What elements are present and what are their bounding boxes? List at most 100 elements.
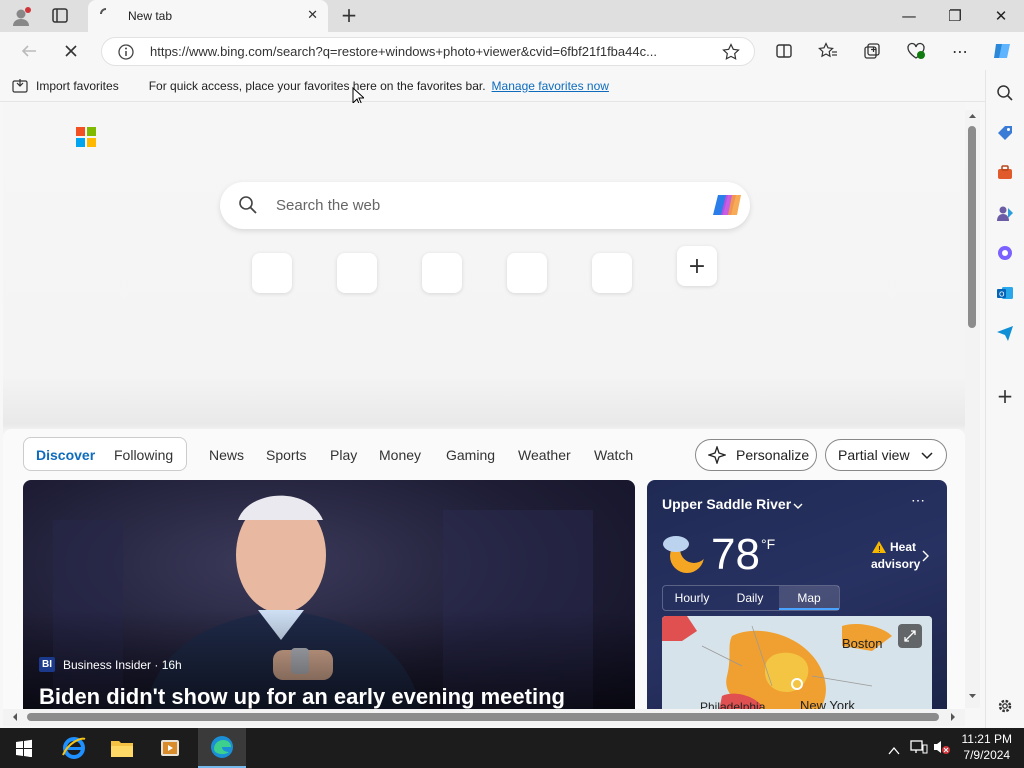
map-label-new-york: New York — [800, 698, 855, 709]
microsoft-365-icon[interactable] — [994, 242, 1016, 264]
weather-map[interactable]: Boston Philadelphia New York — [662, 616, 932, 709]
news-card[interactable]: BI Business Insider · 16h Biden didn't s… — [23, 480, 635, 709]
import-favorites-button[interactable]: Import favorites — [36, 79, 119, 93]
windows-logo-icon — [16, 739, 32, 757]
tab-money[interactable]: Money — [379, 447, 421, 463]
quick-link-tile[interactable] — [422, 253, 462, 293]
file-explorer-taskbar-button[interactable] — [98, 728, 146, 768]
back-button[interactable] — [14, 36, 44, 66]
split-screen-icon[interactable] — [769, 36, 799, 66]
horizontal-scroll-thumb[interactable] — [27, 713, 939, 721]
volume-muted-icon[interactable] — [933, 739, 951, 759]
address-bar[interactable]: https://www.bing.com/search?q=restore+wi… — [101, 37, 755, 66]
weather-tab-hourly[interactable]: Hourly — [663, 586, 721, 610]
moon-cloud-icon — [661, 532, 708, 581]
network-icon[interactable] — [910, 739, 928, 759]
title-bar: New tab ✕ + — ❐ ✕ — [0, 0, 1024, 32]
add-quick-link-button[interactable]: + — [677, 246, 717, 286]
tab-following[interactable]: Following — [114, 447, 173, 463]
weather-temperature: 78 — [711, 530, 760, 579]
scroll-left-arrow-icon[interactable] — [11, 712, 19, 722]
weather-unit[interactable]: °F — [761, 536, 775, 552]
browser-essentials-icon[interactable] — [901, 36, 931, 66]
site-info-icon[interactable] — [118, 44, 134, 64]
quick-link-tile[interactable] — [252, 253, 292, 293]
heat-advisory-line2[interactable]: advisory — [871, 557, 920, 571]
folder-icon — [111, 741, 133, 757]
news-source-label: Business Insider · 16h — [63, 657, 182, 672]
settings-more-icon[interactable]: ⋯ — [945, 36, 975, 66]
tab-new-tab[interactable]: New tab ✕ — [88, 0, 328, 32]
quick-link-tile[interactable] — [592, 253, 632, 293]
clock-date: 7/9/2024 — [963, 748, 1011, 762]
news-headline[interactable]: Biden didn't show up for an early evenin… — [39, 684, 565, 709]
media-player-taskbar-button[interactable] — [146, 728, 194, 768]
maximize-button[interactable]: ❐ — [932, 0, 978, 32]
favorites-icon[interactable] — [813, 36, 843, 66]
expand-map-icon[interactable] — [898, 624, 922, 648]
copilot-icon[interactable] — [987, 36, 1017, 66]
games-icon[interactable] — [994, 202, 1016, 224]
scroll-down-arrow-icon[interactable] — [968, 692, 977, 700]
manage-favorites-link[interactable]: Manage favorites now — [492, 79, 609, 93]
profile-icon[interactable] — [10, 6, 32, 28]
minimize-button[interactable]: — — [886, 0, 932, 32]
outlook-icon[interactable]: O — [994, 282, 1016, 304]
tools-briefcase-icon[interactable] — [994, 162, 1016, 184]
chevron-right-icon[interactable] — [921, 549, 931, 567]
quick-link-tile[interactable] — [337, 253, 377, 293]
tray-overflow-chevron-icon[interactable] — [888, 741, 900, 760]
import-favorites-icon[interactable] — [12, 78, 30, 94]
tab-gaming[interactable]: Gaming — [446, 447, 495, 463]
system-clock[interactable]: 11:21 PM 7/9/2024 — [962, 731, 1012, 763]
tab-actions-icon[interactable] — [50, 7, 70, 25]
map-label-boston: Boston — [842, 636, 883, 651]
tab-weather[interactable]: Weather — [518, 447, 571, 463]
location-chevron-icon[interactable] — [792, 499, 804, 517]
scroll-up-arrow-icon[interactable] — [968, 112, 977, 120]
horizontal-scrollbar[interactable] — [3, 709, 965, 726]
search-box[interactable]: Search the web — [220, 182, 750, 229]
tab-news[interactable]: News — [209, 447, 244, 463]
scroll-right-arrow-icon[interactable] — [949, 712, 957, 722]
internet-explorer-icon — [62, 737, 86, 759]
sidebar-settings-gear-icon[interactable] — [994, 695, 1016, 717]
shopping-tag-icon[interactable] — [994, 122, 1016, 144]
favorites-bar-message: For quick access, place your favorites h… — [148, 78, 486, 93]
weather-tab-map[interactable]: Map — [779, 586, 839, 610]
stop-loading-button[interactable] — [56, 36, 86, 66]
close-tab-icon[interactable]: ✕ — [307, 8, 318, 23]
navigation-bar: https://www.bing.com/search?q=restore+wi… — [0, 32, 1024, 70]
heat-map-graphic — [662, 616, 932, 709]
loading-spinner-icon — [98, 6, 114, 26]
personalize-button[interactable]: Personalize — [695, 439, 817, 471]
edge-sidebar: O + — [985, 70, 1024, 728]
copilot-search-icon[interactable] — [712, 191, 742, 223]
tab-discover[interactable]: Discover — [36, 447, 95, 463]
start-button[interactable] — [0, 728, 48, 768]
map-label-philadelphia: Philadelphia — [700, 700, 766, 709]
weather-tab-daily[interactable]: Daily — [721, 586, 779, 610]
tab-watch[interactable]: Watch — [594, 447, 633, 463]
weather-card[interactable]: Upper Saddle River ⋯ 78 °F ! Heat adviso… — [647, 480, 947, 709]
view-mode-dropdown[interactable]: Partial view — [825, 439, 947, 471]
new-tab-button[interactable]: + — [338, 4, 360, 26]
internet-explorer-taskbar-button[interactable] — [50, 728, 98, 768]
tab-play[interactable]: Play — [330, 447, 357, 463]
edge-taskbar-button[interactable] — [198, 728, 246, 768]
send-telegram-icon[interactable] — [994, 322, 1016, 344]
weather-location[interactable]: Upper Saddle River — [662, 496, 791, 512]
tab-sports[interactable]: Sports — [266, 447, 306, 463]
news-source-logo: BI — [39, 657, 55, 672]
collections-icon[interactable] — [857, 36, 887, 66]
heat-advisory-line1[interactable]: Heat — [890, 540, 916, 554]
weather-more-icon[interactable]: ⋯ — [911, 492, 925, 509]
taskbar: 11:21 PM 7/9/2024 — [0, 728, 1024, 768]
vertical-scroll-thumb[interactable] — [968, 126, 976, 328]
vertical-scrollbar[interactable] — [965, 110, 980, 708]
quick-link-tile[interactable] — [507, 253, 547, 293]
close-window-button[interactable]: ✕ — [978, 0, 1024, 32]
search-icon[interactable] — [994, 82, 1016, 104]
add-sidebar-app-icon[interactable]: + — [994, 384, 1016, 408]
favorite-star-icon[interactable] — [722, 43, 740, 65]
